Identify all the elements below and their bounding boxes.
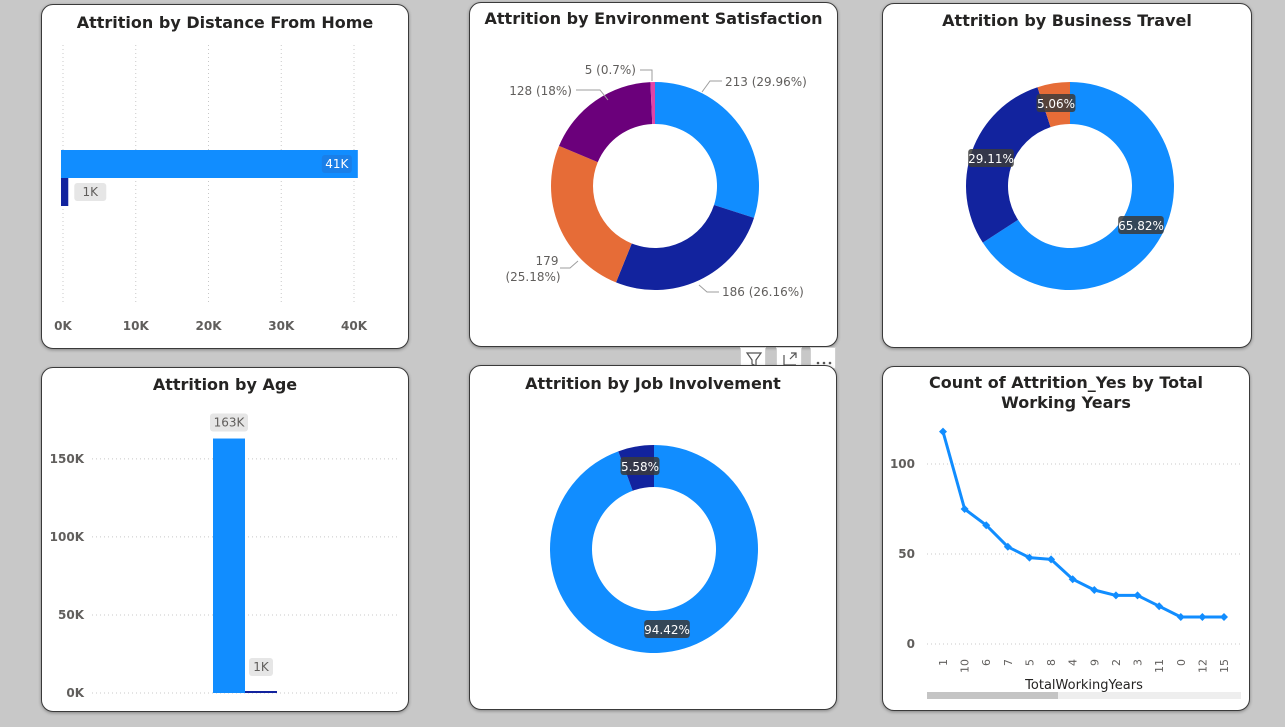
data-label: 179 [536, 254, 559, 268]
x-axis-title: TotalWorkingYears [1024, 678, 1143, 693]
y-tick-label: 100K [50, 530, 85, 544]
years-line-chart: 0501001 10 6 7 5 8 4 9 2 3 11 0 12 15 TotalWorkingYea… [890, 427, 1241, 699]
donut-slice[interactable] [615, 205, 754, 291]
x-tick-label: 9 [1088, 659, 1101, 666]
donut-slice[interactable] [559, 82, 653, 163]
x-tick-label: 5 [1023, 659, 1036, 666]
data-label: 1K [83, 185, 100, 199]
data-point[interactable] [939, 427, 947, 436]
data-label: 1K [253, 660, 270, 674]
donut-slice[interactable] [551, 145, 632, 283]
data-point[interactable] [1111, 591, 1120, 600]
x-tick-label: 20K [196, 319, 223, 333]
x-tick-label: 8 [1045, 659, 1058, 666]
distance-chart-card[interactable]: Attrition by Distance From Home 41K 1K 0K… [41, 4, 409, 349]
y-tick-label: 50 [898, 547, 915, 561]
data-label: (25.18%) [505, 270, 560, 284]
y-tick-label: 50K [58, 608, 85, 622]
bar[interactable] [61, 150, 358, 178]
data-label: 65.82% [1118, 219, 1164, 233]
data-label: 5 (0.7%) [585, 63, 636, 77]
x-tick-label: 1 [937, 659, 950, 666]
leader-line [698, 284, 719, 293]
data-label: 213 (29.96%) [725, 75, 807, 89]
data-label: 186 (26.16%) [722, 285, 804, 299]
x-tick-label: 15 [1218, 659, 1231, 673]
age-chart-card[interactable]: Attrition by Age 163K 1K 0K 50K 100K 150K [41, 367, 409, 712]
leader-line [640, 69, 653, 81]
x-tick-label: 7 [1002, 659, 1015, 666]
x-tick-label: 6 [980, 659, 993, 666]
travel-donut-chart: 65.82% 29.11% 5.06% [966, 82, 1174, 290]
scrollbar-thumb[interactable] [927, 692, 1058, 699]
y-tick-label: 150K [50, 452, 85, 466]
y-tick-label: 0 [907, 637, 915, 651]
env-chart-card[interactable]: Attrition by Environment Satisfaction 21… [469, 2, 838, 347]
leader-line [701, 80, 722, 93]
years-chart-card[interactable]: Count of Attrition_Yes by Total Working … [882, 366, 1250, 711]
x-tick-label: 4 [1067, 659, 1080, 666]
x-tick-label: 2 [1110, 659, 1123, 666]
x-tick-label: 10 [959, 659, 972, 673]
data-label: 5.06% [1037, 97, 1075, 111]
data-label: 128 (18%) [509, 84, 572, 98]
data-label: 5.58% [621, 460, 659, 474]
data-label: 163K [214, 416, 246, 430]
x-tick-label: 40K [341, 319, 368, 333]
data-point[interactable] [1220, 613, 1228, 621]
x-tick-label: 0 [1175, 659, 1188, 666]
age-bar-chart: 163K 1K 0K 50K 100K 150K [50, 413, 400, 700]
y-tick-label: 100 [890, 457, 915, 471]
leader-line [560, 260, 579, 269]
x-tick-label: 12 [1196, 659, 1209, 673]
x-tick-label: 11 [1153, 659, 1166, 673]
y-tick-label: 0K [66, 686, 84, 700]
x-tick-label: 10K [123, 319, 150, 333]
job-donut-chart: 94.42% 5.58% [550, 445, 758, 653]
distance-bar-chart: 41K 1K 0K 10K 20K 30K 40K [54, 45, 368, 333]
donut-slice[interactable] [655, 82, 759, 218]
data-label: 94.42% [644, 623, 690, 637]
data-label: 41K [325, 157, 349, 171]
data-label: 29.11% [968, 152, 1014, 166]
bar[interactable] [213, 438, 245, 693]
job-chart-card[interactable]: Attrition by Job Involvement 94.42% 5.58% [469, 365, 837, 710]
x-tick-label: 30K [268, 319, 295, 333]
env-donut-chart: 213 (29.96%) 186 (26.16%) 179 (25.18%) 128 (… [505, 63, 807, 299]
travel-chart-card[interactable]: Attrition by Business Travel 65.82% 29.11… [882, 3, 1252, 348]
bar[interactable] [245, 691, 277, 693]
bar[interactable] [61, 178, 69, 206]
data-point[interactable] [1198, 613, 1207, 621]
x-tick-label: 3 [1132, 659, 1145, 666]
x-tick-label: 0K [54, 319, 72, 333]
